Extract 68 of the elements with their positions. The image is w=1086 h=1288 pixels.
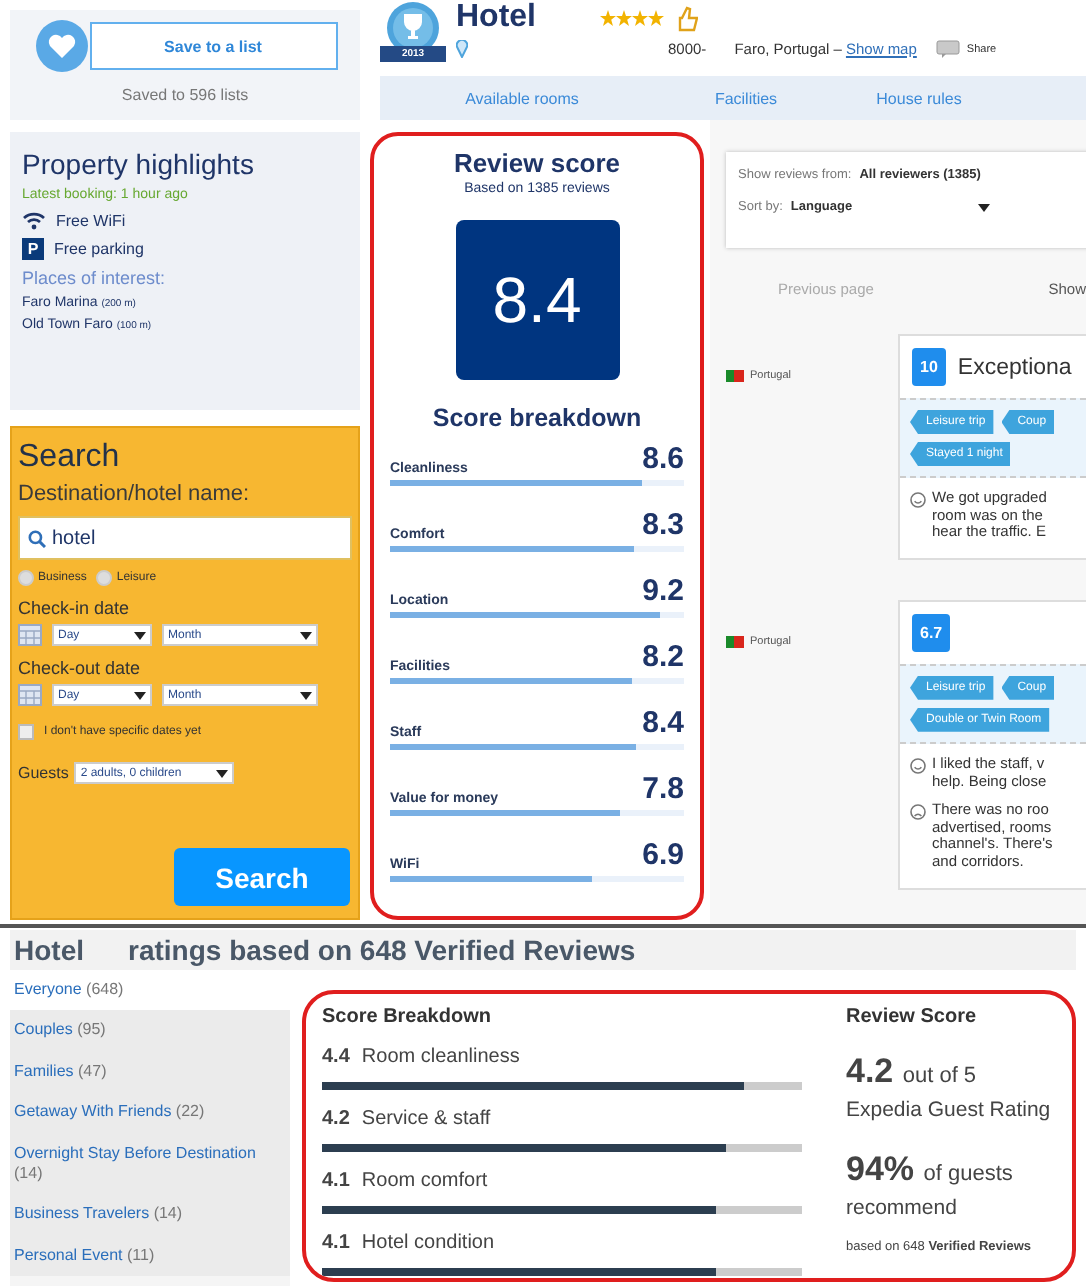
guests-label: Guests [18,764,69,782]
thumbs-up-icon [676,5,698,31]
date-label: Check-in date [18,598,132,618]
category-rating: 4.2 Service & staff [322,1108,493,1130]
category-rating: 4.1 Room comfort [322,1170,490,1192]
date-label: Check-out date [18,658,143,678]
recommend-rate: 94% of guests [846,1150,1015,1190]
ratings-subtitle: ratings based on 648 Verified Reviews [128,934,636,966]
category-score: 9.2 [642,574,684,608]
overall-score: 8.4 [455,220,619,380]
amenity-label: Free WiFi [56,211,126,229]
review-score-title: Review score [453,148,621,178]
traveler-segment[interactable]: Everyone (648) [10,970,290,1011]
saved-count: Saved to 596 lists [121,86,249,104]
traveler-segment[interactable]: Business Travelers (14) [10,1194,290,1236]
category-rating: 4.1 Hotel condition [322,1232,497,1254]
recommend-label: recommend [846,1196,959,1220]
destination-field[interactable]: hotel [18,516,352,560]
calendar-icon [18,684,42,706]
search-icon [28,529,46,547]
comment-icon [936,40,961,58]
category-score: 7.8 [642,772,684,806]
amenity-label: Free parking [54,240,144,258]
traveler-segment[interactable]: Families (47) [10,1051,290,1093]
destination-label: Destination/hotel name: [18,482,252,506]
caret-icon [134,631,146,639]
score-breakdown-title: Score breakdown [432,404,642,432]
traveler-segment[interactable]: Personal Event (11) [10,1235,290,1277]
caret-icon [978,203,991,211]
category-score: 8.6 [642,442,684,476]
flag-icon [726,370,744,382]
wifi-icon [22,210,46,230]
caret-icon [300,631,312,639]
radio-button[interactable] [96,570,113,586]
smile-icon [910,757,926,774]
flag-icon [726,635,744,648]
radio-button[interactable] [18,570,34,586]
parking-icon: P [22,238,44,260]
calendar-icon [18,624,42,646]
score-breakdown-title: Score Breakdown [322,1006,493,1028]
guest-rating: 4.2 out of 5 [846,1052,979,1092]
hotel-name: Hotel [456,0,536,36]
traveler-segment[interactable]: Couples (95) [10,1010,290,1052]
category-score: 8.2 [642,640,684,674]
search-title: Search [18,440,122,476]
ratings-title: Hotel [14,934,84,966]
search-button[interactable]: Search [174,848,350,906]
save-to-list-button[interactable]: Save to a list [89,22,337,70]
rating-label: Expedia Guest Rating [846,1098,1051,1122]
caret-icon [300,691,312,699]
checkbox[interactable] [18,724,34,740]
review-score: 6.7 [912,613,951,652]
category-score: 6.9 [642,838,684,872]
category-rating: 4.4 Room cleanliness [322,1046,522,1068]
category-score: 8.3 [642,508,684,542]
places-title: Places of interest: [22,268,168,288]
review-score: 10 [912,348,946,386]
caret-icon [134,691,146,699]
highlights-title: Property highlights [22,148,256,180]
traveler-segment[interactable]: Getaway With Friends (22) [10,1092,290,1134]
frown-icon [910,804,926,821]
category-score: 8.4 [642,706,684,740]
review-score-title: Review Score [846,1006,979,1028]
review-headline: Exceptiona [957,355,1072,379]
caret-icon [216,769,229,777]
location-pin-icon [456,40,468,58]
traveler-segment[interactable]: Overnight Stay Before Destination (14) [10,1133,290,1195]
smile-icon [910,492,926,508]
